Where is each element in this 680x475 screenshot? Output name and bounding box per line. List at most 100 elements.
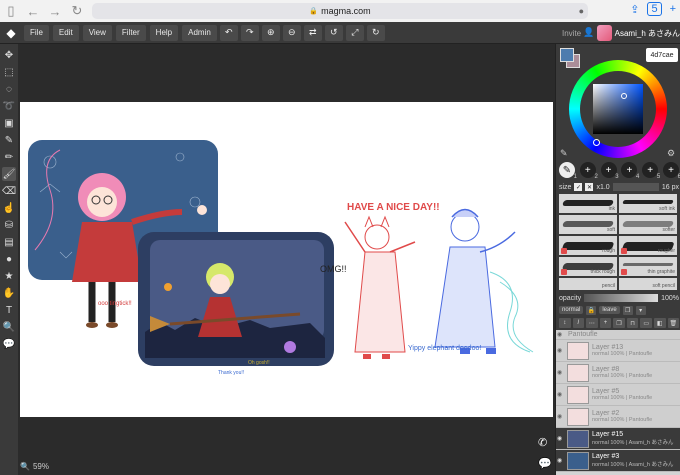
menu-view[interactable]: View xyxy=(82,24,112,41)
flip-icon[interactable]: ⇄ xyxy=(303,24,322,41)
sidebar-icon[interactable]: ▯ xyxy=(0,0,22,22)
undo-icon[interactable]: ↶ xyxy=(219,24,238,41)
eyedropper-icon[interactable]: ✎ xyxy=(2,133,16,147)
layer-mask-icon[interactable]: ◧ xyxy=(653,318,666,328)
lasso-icon[interactable]: ➰ xyxy=(2,99,16,113)
layer-row[interactable]: ◉ Pantoufle xyxy=(556,330,680,340)
layer-row[interactable]: ◉ Layer #15 normal 100% | Asami_h あさみん xyxy=(556,428,680,450)
delete-layer-icon[interactable]: 🗑 xyxy=(667,318,680,328)
text-icon[interactable]: T xyxy=(2,303,16,317)
canvas-area[interactable]: ooo tingtick!! Oh gosh!! Thank you!! HAV… xyxy=(18,44,555,475)
visibility-icon[interactable]: ◉ xyxy=(557,347,565,354)
brush-icon[interactable]: 🖌 xyxy=(2,167,16,181)
color-settings-gear-icon[interactable]: ⚙ xyxy=(667,148,675,159)
layer-row[interactable]: ◉ Layer #5 normal 100% | Pantoufle xyxy=(556,384,680,406)
brush-slot-2[interactable]: +2 xyxy=(579,162,598,180)
sv-picker-dot[interactable] xyxy=(621,93,627,99)
brush-card[interactable]: softer xyxy=(619,215,677,234)
brush-card[interactable]: soft xyxy=(559,215,617,234)
visibility-icon[interactable]: ◉ xyxy=(557,413,565,420)
opacity-slider[interactable] xyxy=(584,294,659,302)
redo-icon[interactable]: ↷ xyxy=(240,24,259,41)
hex-color-field[interactable]: 4d7cae xyxy=(646,48,678,62)
circle-shape-icon[interactable]: ● xyxy=(2,252,16,266)
back-icon[interactable]: ← xyxy=(22,0,44,22)
magma-logo-icon[interactable]: ◆ xyxy=(2,24,20,42)
merge-layer-icon[interactable]: ▾ xyxy=(635,305,646,315)
fullscreen-icon[interactable]: ⤢ xyxy=(345,24,364,41)
menu-file[interactable]: File xyxy=(24,24,49,41)
menu-edit[interactable]: Edit xyxy=(52,24,79,41)
zoom-out-icon[interactable]: ⊖ xyxy=(282,24,301,41)
duplicate-layer-icon[interactable]: ❐ xyxy=(622,305,633,315)
star-shape-icon[interactable]: ★ xyxy=(2,269,16,283)
menu-admin[interactable]: Admin xyxy=(182,24,217,41)
layer-row[interactable]: ◉ Layer #8 normal 100% | Pantoufle xyxy=(556,362,680,384)
layer-row[interactable]: ◉ Layer #13 normal 100% | Pantoufle xyxy=(556,340,680,362)
visibility-icon[interactable]: ◉ xyxy=(557,391,565,398)
share-icon[interactable]: ⇪ xyxy=(630,3,639,16)
brush-card[interactable]: thin graphite xyxy=(619,257,677,276)
gradient-icon[interactable]: ▤ xyxy=(2,235,16,249)
zoom-in-icon[interactable]: ⊕ xyxy=(261,24,280,41)
brush-slot-6[interactable]: +6 xyxy=(662,162,680,180)
brush-slot-5[interactable]: +5 xyxy=(642,162,660,180)
size-slider[interactable] xyxy=(612,183,659,191)
pencil-icon[interactable]: ✏ xyxy=(2,150,16,164)
forward-icon[interactable]: → xyxy=(44,0,66,22)
size-multiplier[interactable]: x1.0 xyxy=(596,184,609,191)
add-layer-icon[interactable]: + xyxy=(599,318,612,328)
address-bar[interactable]: 🔒 magma.com ● xyxy=(92,3,588,19)
ellipse-select-icon[interactable]: ◌ xyxy=(2,82,16,96)
foreground-color-swatch[interactable] xyxy=(560,48,574,62)
saturation-value-square[interactable] xyxy=(593,84,643,134)
move-tool-icon[interactable]: ✥ xyxy=(2,48,16,62)
brush-card[interactable]: soft pencil xyxy=(619,278,677,290)
layer-move-icon[interactable]: ↕ xyxy=(559,318,571,328)
microphone-icon[interactable]: ● xyxy=(579,6,584,16)
layer-lock-icon[interactable]: 𝐼 xyxy=(572,318,585,328)
layer-clip-icon[interactable]: ⊓ xyxy=(626,318,639,328)
rect-select-icon[interactable]: ⬚ xyxy=(2,65,16,79)
zoom-indicator[interactable]: 🔍 59% xyxy=(20,462,49,471)
brush-slot-4[interactable]: +4 xyxy=(621,162,639,180)
layers-list[interactable]: ◉ Pantoufle ◉ Layer #13 normal 100% | Pa… xyxy=(556,330,680,475)
pressure-size-checkbox[interactable]: ✓ xyxy=(574,183,583,191)
brush-card[interactable]: ink xyxy=(559,194,617,213)
user-badge[interactable]: Asami_h あさみん xyxy=(597,24,680,42)
layer-copy-icon[interactable]: ❐ xyxy=(613,318,625,328)
blend-mode-select[interactable]: normal xyxy=(559,306,584,314)
eraser-icon[interactable]: ⌫ xyxy=(2,184,16,198)
magnifier-icon[interactable]: 🔍 xyxy=(2,320,16,334)
invite-label[interactable]: Invite xyxy=(562,29,581,38)
voice-call-icon[interactable]: ✆ xyxy=(538,436,547,449)
add-user-icon[interactable]: 👤 xyxy=(583,27,594,38)
rotate-right-icon[interactable]: ↻ xyxy=(366,24,385,41)
brush-card[interactable]: thick rough xyxy=(559,257,617,276)
brush-card[interactable]: soft ink xyxy=(619,194,677,213)
layer-more-icon[interactable]: ⋯ xyxy=(586,318,598,328)
layer-row[interactable]: ◉ Layer #2 normal 100% | Pantoufle xyxy=(556,406,680,428)
reload-icon[interactable]: ↻ xyxy=(66,0,88,22)
menu-help[interactable]: Help xyxy=(149,24,179,41)
hand-icon[interactable]: ✋ xyxy=(2,286,16,300)
pressure-x-checkbox[interactable]: ✕ xyxy=(585,183,594,191)
transform-icon[interactable]: ▣ xyxy=(2,116,16,130)
color-wheel[interactable] xyxy=(569,60,667,158)
new-tab-icon[interactable]: + xyxy=(670,3,676,15)
visibility-icon[interactable]: ◉ xyxy=(557,369,565,376)
tab-count-button[interactable]: 5 xyxy=(647,2,662,16)
visibility-icon[interactable]: ◉ xyxy=(557,435,565,442)
visibility-icon[interactable]: ◉ xyxy=(557,457,565,464)
menu-filter[interactable]: Filter xyxy=(115,24,146,41)
brush-card[interactable]: rough xyxy=(559,236,617,255)
panel-eyedropper-icon[interactable]: ✎ xyxy=(560,148,568,159)
visibility-icon[interactable]: ◉ xyxy=(557,331,565,338)
brush-slot-3[interactable]: +3 xyxy=(600,162,619,180)
leave-button[interactable]: leave xyxy=(599,306,620,314)
brush-slot-1[interactable]: ✎ 1 xyxy=(559,162,577,180)
fill-icon[interactable]: ⛁ xyxy=(2,218,16,232)
layer-row[interactable]: ◉ Layer #3 normal 100% | Asami_h あさみん xyxy=(556,450,680,472)
smudge-icon[interactable]: ☝ xyxy=(2,201,16,215)
comment-icon[interactable]: 💬 xyxy=(2,337,16,351)
